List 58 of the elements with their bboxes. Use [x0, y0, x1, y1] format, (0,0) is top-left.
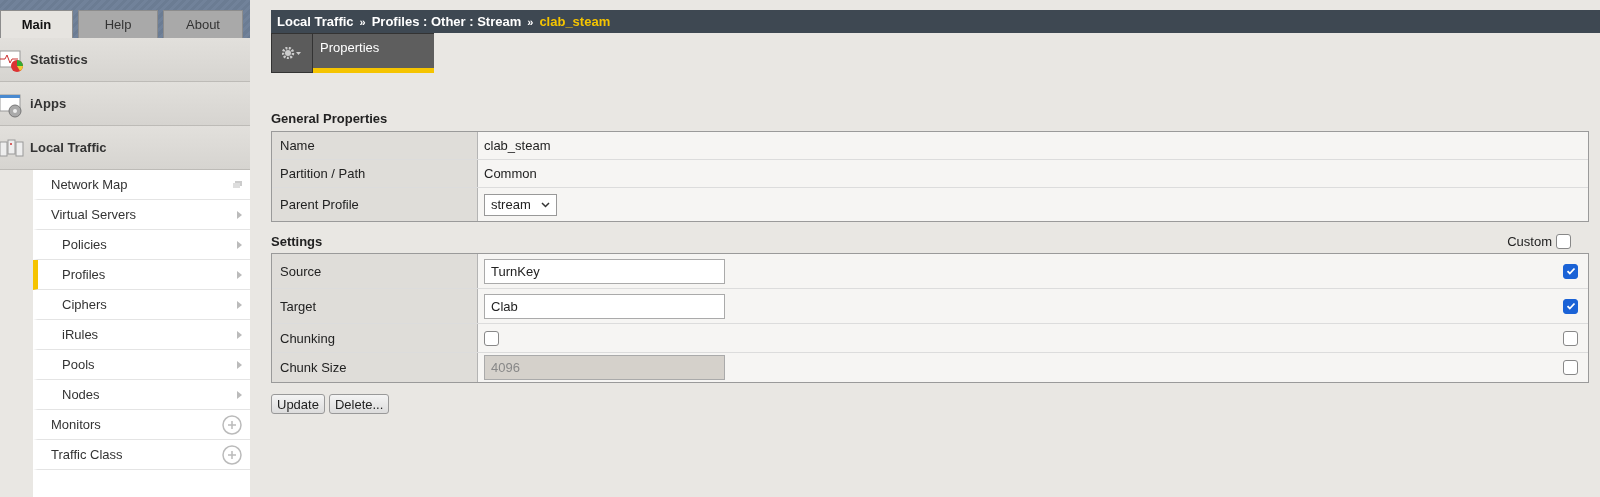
field-label: Target [280, 298, 317, 314]
arrow-icon [237, 360, 242, 369]
plus-icon[interactable] [222, 444, 242, 465]
breadcrumb-separator: » [527, 15, 534, 28]
sidebar-item[interactable]: Traffic Class [33, 440, 250, 470]
sidebar-item[interactable]: Network Map [33, 170, 250, 200]
form-button[interactable]: Update [271, 394, 325, 414]
checkbox[interactable] [1563, 263, 1578, 279]
field-label: Partition / Path [280, 166, 366, 181]
header-tab[interactable]: Main [0, 10, 73, 38]
field-value: clab_steam [484, 138, 551, 153]
breadcrumb-link[interactable]: Local Traffic [277, 14, 354, 29]
sidebar-item[interactable]: Virtual Servers [33, 200, 250, 230]
input-field[interactable]: Clab [484, 293, 725, 319]
header-tab[interactable]: Help [78, 10, 158, 38]
page-tab[interactable]: Properties [313, 33, 434, 73]
custom-label: Custom [1507, 234, 1552, 249]
breadcrumb-link[interactable]: Profiles : Other : Stream [371, 14, 522, 29]
field-label: Name [280, 138, 315, 153]
checkbox[interactable] [1563, 330, 1578, 346]
sidebar-item[interactable]: Ciphers [33, 290, 250, 320]
checkbox[interactable] [1556, 234, 1571, 249]
sidebar-item[interactable]: Pools [33, 350, 250, 380]
arrow-icon [237, 210, 242, 219]
sidebar-item[interactable]: Profiles [33, 260, 250, 290]
sidebar-item[interactable]: Policies [33, 230, 250, 260]
breadcrumb-separator: » [359, 15, 366, 28]
sidebar-item[interactable]: Nodes [33, 380, 250, 410]
arrow-icon [237, 390, 242, 399]
section-title: Settings [271, 234, 323, 249]
sidebar-item[interactable]: Monitors [33, 410, 250, 440]
sidebar-section[interactable]: iApps [30, 96, 67, 111]
arrow-icon [237, 240, 242, 249]
header-tab[interactable]: About [163, 10, 243, 38]
breadcrumb-current: clab_steam [539, 14, 611, 29]
settings-menu-button[interactable] [271, 33, 313, 73]
plus-icon[interactable] [222, 414, 242, 435]
arrow-icon [237, 330, 242, 339]
field-label: Chunk Size [280, 360, 347, 375]
field-label: Parent Profile [280, 197, 359, 212]
sidebar-item[interactable]: iRules [33, 320, 250, 350]
check-icon [1565, 301, 1576, 311]
form-button[interactable]: Delete... [328, 394, 390, 414]
arrow-icon [237, 300, 242, 309]
checkbox[interactable] [1563, 298, 1578, 314]
field-value: Common [484, 166, 537, 181]
chevron-down-icon [540, 201, 550, 208]
arrow-icon [237, 270, 242, 279]
input-field[interactable]: TurnKey [484, 258, 725, 284]
section-title: General Properties [271, 111, 389, 126]
checkbox[interactable] [484, 330, 499, 346]
parent-profile-dropdown[interactable]: stream [484, 193, 557, 216]
sidebar-section[interactable]: Statistics [30, 52, 88, 67]
field-label: Chunking [280, 330, 335, 346]
check-icon [1565, 266, 1576, 276]
field-label: Source [280, 263, 322, 279]
gear-icon [282, 47, 302, 59]
sidebar-section[interactable]: Local Traffic [30, 140, 107, 155]
